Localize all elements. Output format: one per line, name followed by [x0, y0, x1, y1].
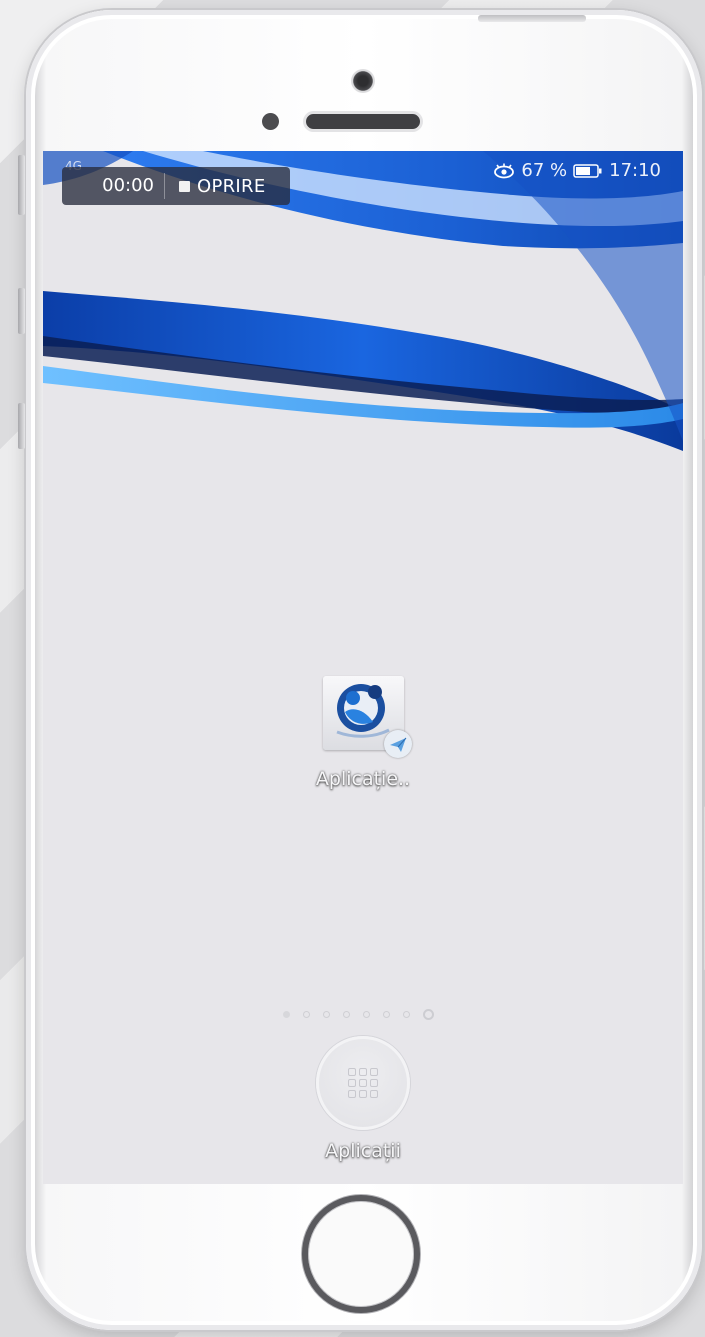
grid-icon: [348, 1068, 378, 1098]
app-drawer-label: Aplicații: [325, 1140, 401, 1162]
recorder-stop-button[interactable]: OPRIRE: [165, 176, 266, 197]
paper-plane-icon: [389, 737, 406, 752]
page-dot: [303, 1011, 310, 1018]
home-button[interactable]: [302, 1195, 420, 1313]
battery-percent: 67 %: [521, 160, 568, 181]
app-shortcut[interactable]: Aplicație..: [303, 676, 423, 790]
page-indicator: [283, 1009, 434, 1020]
front-camera: [351, 69, 375, 93]
page-dot: [323, 1011, 330, 1018]
screen-recorder-widget: 00:00 OPRIRE: [62, 167, 290, 205]
send-badge: [383, 730, 412, 758]
app-label: Aplicație..: [315, 768, 411, 790]
proximity-sensor: [262, 113, 279, 130]
phone-screen: 4G 67 % 17:10 00:00 OPRIRE Aplicație.. A…: [43, 151, 683, 1184]
app-drawer[interactable]: Aplicații: [296, 1036, 430, 1162]
wallpaper-waves: [43, 151, 683, 611]
page-dot: [283, 1011, 290, 1018]
power-button: [478, 15, 586, 22]
recorder-stop-label: OPRIRE: [197, 175, 266, 197]
earpiece-speaker: [306, 114, 420, 129]
stop-icon: [179, 180, 190, 192]
page-dot-active: [423, 1009, 434, 1020]
app-drawer-button[interactable]: [316, 1036, 410, 1130]
volume-down-button: [18, 403, 25, 449]
page-dot: [363, 1011, 370, 1018]
volume-up-button: [18, 288, 25, 334]
app-icon[interactable]: [322, 676, 412, 758]
status-right: 67 % 17:10: [493, 160, 661, 181]
mute-switch: [18, 155, 25, 215]
battery-icon: [573, 163, 602, 178]
page-dot: [383, 1011, 390, 1018]
eye-comfort-icon: [494, 163, 515, 178]
status-time: 17:10: [609, 160, 661, 181]
page-dot: [343, 1011, 350, 1018]
page-dot: [403, 1011, 410, 1018]
recorder-timer: 00:00: [62, 173, 165, 199]
